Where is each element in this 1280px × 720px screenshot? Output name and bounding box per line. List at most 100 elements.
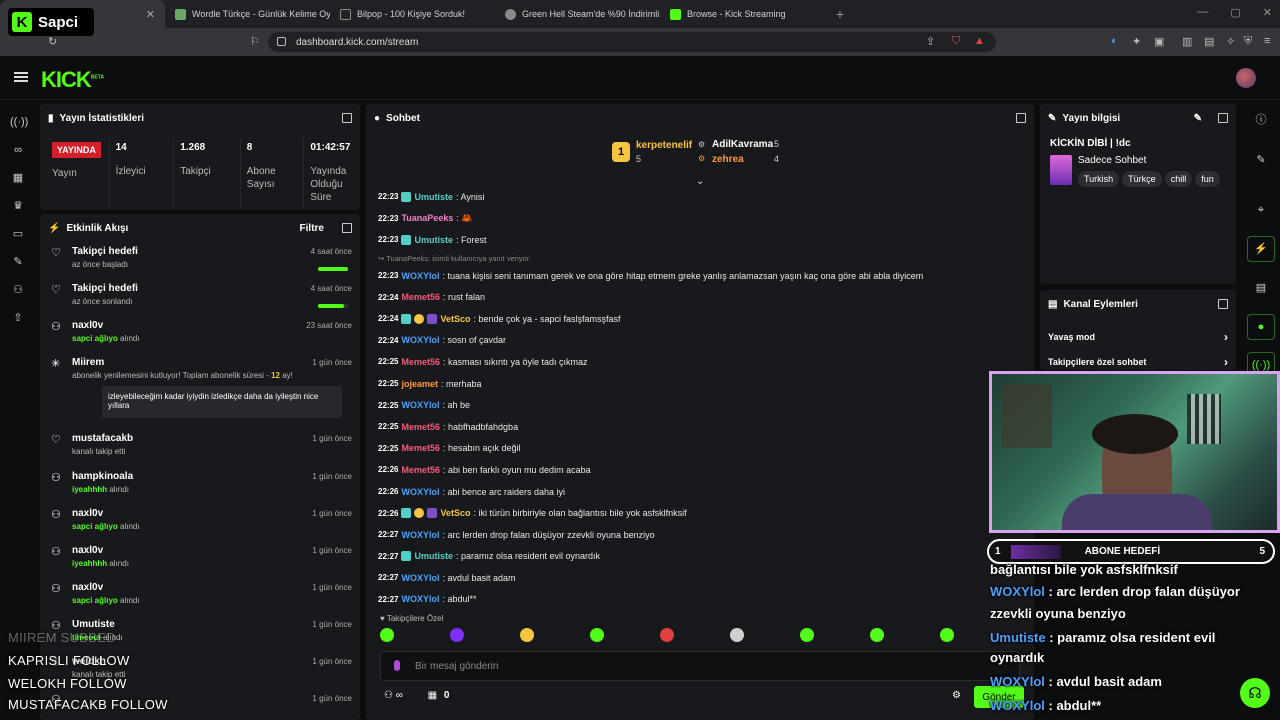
popout-icon[interactable] (342, 113, 352, 123)
settings-gear-icon[interactable]: ⚙ (952, 690, 961, 701)
wrench-icon[interactable]: ✎ (10, 254, 26, 270)
reply-context[interactable]: ↪ TuanaPeeks: isimli kullanıcıya yanıt v… (378, 253, 1038, 265)
message-username[interactable]: WOXYlol (401, 335, 439, 345)
leader-name[interactable]: zehrea (712, 154, 744, 165)
notes-icon[interactable]: ▤ (1253, 280, 1269, 296)
message-username[interactable]: jojeamet (401, 379, 438, 389)
message-username[interactable]: WOXYlol (401, 271, 439, 281)
activity-event[interactable]: ✳ Miirem abonelik yenilemesini kutluyor!… (40, 353, 360, 429)
browser-tab-kick-browse[interactable]: Browse - Kick Streaming (660, 0, 825, 28)
emote-icon[interactable] (660, 628, 674, 642)
popout-icon[interactable] (342, 223, 352, 233)
chat-message[interactable]: 22:27 WOXYlol: arc lerden drop falan düşü… (378, 524, 1038, 546)
gift-icon[interactable]: ▦ (428, 690, 437, 701)
chat-message[interactable]: 22:23 Umutiste: Aynisi (378, 186, 1038, 208)
message-username[interactable]: WOXYlol (401, 594, 439, 604)
menu-icon[interactable]: ≡ (1264, 35, 1270, 47)
popout-icon[interactable] (1218, 113, 1228, 123)
sidebar-icon[interactable]: ▥ (1182, 35, 1192, 48)
video-icon[interactable]: ▭ (10, 226, 26, 242)
user-avatar[interactable] (1236, 68, 1256, 88)
chat-message[interactable]: 22:23 WOXYlol: tuana kişisi seni tanımam … (378, 265, 1038, 287)
filter-button[interactable]: Filtre (300, 223, 324, 234)
reload-icon[interactable]: ↻ (48, 35, 57, 48)
leader-name[interactable]: AdilKavrama (712, 139, 773, 150)
chat-message[interactable]: 22:26 VetSco: iki türün birbiriyle olan b… (378, 502, 1038, 524)
message-username[interactable]: VetSco (440, 314, 470, 324)
message-username[interactable]: TuanaPeeks (401, 213, 453, 223)
url-bar[interactable]: dashboard.kick.com/stream (268, 32, 996, 52)
emote-icon[interactable] (940, 628, 954, 642)
chat-message[interactable]: 22:26 WOXYlol: abi bence arc raiders daha… (378, 481, 1038, 503)
chat-message[interactable]: 22:25 jojeamet: merhaba (378, 373, 1038, 395)
emote-icon[interactable] (520, 628, 534, 642)
brave-shield-icon[interactable]: ⛉ (952, 35, 960, 48)
message-username[interactable]: Umutiste (414, 192, 453, 202)
chat-message[interactable]: 22:24 WOXYlol: sosn of çavdar (378, 330, 1038, 352)
message-username[interactable]: Memet56 (401, 357, 440, 367)
activity-event[interactable]: ⚇ hampkinoala iyeahhhh alındı 1 gün önce (40, 467, 360, 504)
bookmark-icon[interactable]: ⚐ (250, 35, 260, 48)
ai-icon[interactable]: ✧ (1226, 35, 1235, 48)
message-username[interactable]: Umutiste (414, 235, 453, 245)
chat-message[interactable]: 22:23 Umutiste: Forest (378, 229, 1038, 251)
message-username[interactable]: WOXYlol (401, 530, 439, 540)
chat-message[interactable]: 22:25 WOXYlol: ah be (378, 394, 1038, 416)
extensions-icon[interactable]: ✦ (1132, 35, 1141, 48)
emote-picker-icon[interactable] (394, 660, 400, 671)
message-username[interactable]: WOXYlol (401, 573, 439, 583)
chat-message[interactable]: 22:24 VetSco: bende çok ya - sapci faslşf… (378, 308, 1038, 330)
message-username[interactable]: Memet56 (401, 443, 440, 453)
share-icon[interactable]: ⇪ (926, 35, 935, 48)
message-username[interactable]: Memet56 (401, 465, 440, 475)
pen-icon[interactable]: ✎ (1253, 152, 1269, 168)
community-icon[interactable]: ⚇ (10, 282, 26, 298)
hamburger-menu-icon[interactable] (14, 72, 28, 82)
message-username[interactable]: Memet56 (401, 292, 440, 302)
emote-icon[interactable] (380, 628, 394, 642)
category-name[interactable]: Sadece Sohbet (1078, 155, 1226, 166)
emote-icon[interactable] (450, 628, 464, 642)
close-window-icon[interactable]: ✕ (1263, 6, 1272, 19)
activity-event[interactable]: ⚇ naxl0v sapci ağlıyo alındı 1 gün önce (40, 504, 360, 541)
browser-tab-bilpop[interactable]: Bilpop - 100 Kişiye Sorduk! (330, 0, 495, 28)
screenshot-icon[interactable]: ▣ (1154, 35, 1164, 48)
stream-icon[interactable]: ((·)) (10, 114, 28, 130)
activity-event[interactable]: ♡ Takipçi hedefi az önce sonlandı 4 saat… (40, 279, 360, 316)
chat-message[interactable]: 22:25 Memet56: habfhadbfahdgba (378, 416, 1038, 438)
kick-logo[interactable]: KICKBETA (41, 67, 104, 93)
activity-event[interactable]: ⚇ naxl0v sapci ağlıyo alındı 1 gün önce (40, 578, 360, 615)
popout-icon[interactable] (1218, 299, 1228, 309)
edit-pencil-icon[interactable]: ✎ (1194, 113, 1202, 124)
message-username[interactable]: Memet56 (401, 422, 440, 432)
rewards-icon[interactable]: ▲ (974, 35, 985, 47)
activity-event[interactable]: ⚇ naxl0v sapci ağlıyo alındı 23 saat önc… (40, 316, 360, 353)
chat-message[interactable]: 22:26 Memet56: abi ben farklı oyun mu ded… (378, 459, 1038, 481)
message-username[interactable]: WOXYlol (401, 400, 439, 410)
info-icon[interactable]: ⓘ (1253, 112, 1269, 128)
chat-input[interactable]: Bir mesaj gönderin (380, 651, 1020, 681)
close-tab-icon[interactable]: ✕ (146, 8, 155, 21)
emote-icon[interactable] (870, 628, 884, 642)
vpn-icon[interactable]: ⛨ (1244, 35, 1252, 48)
flash-icon[interactable]: ⚡ (1247, 236, 1275, 262)
emote-icon[interactable] (800, 628, 814, 642)
site-info-icon[interactable] (277, 37, 286, 46)
activity-event[interactable]: ♡ mustafacakb kanalı takip etti 1 gün ön… (40, 429, 360, 467)
wallet-icon[interactable]: ▤ (1204, 35, 1214, 48)
slow-mode-action[interactable]: Yavaş mod › (1040, 324, 1236, 349)
trophy-icon[interactable]: ♛ (10, 198, 26, 214)
analytics-icon[interactable]: ▦ (10, 170, 26, 186)
browser-tab-steam[interactable]: Green Hell Steam'de %90 İndirimli (495, 0, 660, 28)
help-headset-icon[interactable]: ☊ (1240, 678, 1270, 708)
emote-icon[interactable] (730, 628, 744, 642)
chat-message[interactable]: 22:27 WOXYlol: avdul basit adam (378, 567, 1038, 589)
leader-name[interactable]: kerpetenelif (636, 140, 692, 151)
new-tab-button[interactable]: + (825, 0, 855, 28)
scan-icon[interactable]: ⌖ (1253, 202, 1269, 218)
audio-icon[interactable]: ◖ (1110, 35, 1117, 47)
link-icon[interactable]: ∞ (10, 142, 26, 158)
chat-bubble-icon[interactable]: ● (1247, 314, 1275, 340)
chat-message[interactable]: 22:23 TuanaPeeks: 🦀 (378, 208, 1038, 230)
chat-message[interactable]: 22:27 Umutiste: paramız olsa resident evi… (378, 546, 1038, 568)
